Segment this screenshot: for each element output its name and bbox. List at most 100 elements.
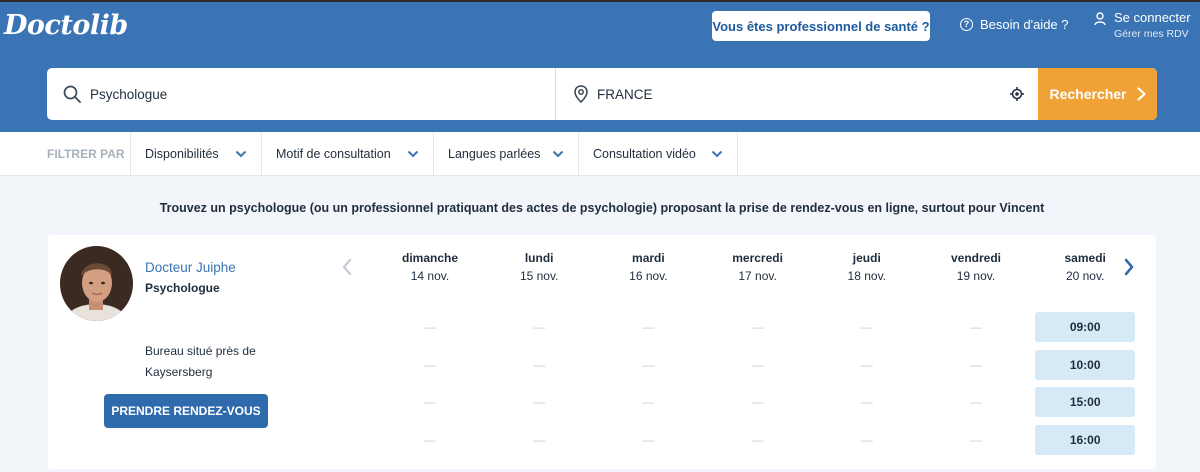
chevron-left-icon[interactable] xyxy=(340,257,354,277)
chevron-down-icon xyxy=(235,150,247,157)
help-link[interactable]: ? Besoin d'aide ? xyxy=(960,17,1069,32)
speciality-value: Psychologue xyxy=(90,86,168,102)
avatar[interactable] xyxy=(60,246,133,321)
empty-slot: — xyxy=(970,395,982,409)
filter-languages-label: Langues parlées xyxy=(448,146,541,161)
day-column: dimanche 14 nov. — — — — xyxy=(379,251,481,462)
header: Doctolib Vous êtes professionnel de sant… xyxy=(0,0,1200,132)
day-name: mercredi xyxy=(732,251,783,265)
day-date: 18 nov. xyxy=(847,269,887,283)
logo[interactable]: Doctolib xyxy=(4,10,128,41)
filter-consultation-reason[interactable]: Motif de consultation xyxy=(262,132,434,175)
day-column: vendredi 19 nov. — — — — xyxy=(925,251,1027,462)
slot-list: 09:00 10:00 15:00 16:00 xyxy=(1034,312,1136,455)
login-label: Se connecter xyxy=(1114,10,1191,25)
filter-availability[interactable]: Disponibilités xyxy=(131,132,262,175)
help-label: Besoin d'aide ? xyxy=(980,17,1069,32)
day-date: 19 nov. xyxy=(956,269,996,283)
book-appointment-button[interactable]: PRENDRE RENDEZ-VOUS xyxy=(104,394,268,428)
location-pin-icon xyxy=(574,85,588,103)
empty-slot: — xyxy=(424,432,436,447)
empty-slot: — xyxy=(751,395,764,409)
doctor-speciality: Psychologue xyxy=(145,281,220,295)
empty-slot: — xyxy=(860,432,873,447)
location-value: FRANCE xyxy=(597,86,653,102)
empty-slot: — xyxy=(751,357,764,372)
slot-list: — — — — xyxy=(707,312,809,455)
doctor-address: Bureau situé près de Kaysersberg xyxy=(145,341,285,383)
doctor-name[interactable]: Docteur Juiphe xyxy=(145,260,236,275)
slot-list: — — — — xyxy=(597,312,699,455)
slot-list: — — — — xyxy=(488,312,590,455)
day-name: mardi xyxy=(632,251,665,265)
filter-bar: FILTRER PAR Disponibilités Motif de cons… xyxy=(0,132,1200,176)
day-date: 16 nov. xyxy=(629,269,668,283)
empty-slot: — xyxy=(751,320,764,334)
address-line-2: Kaysersberg xyxy=(145,365,213,379)
filter-languages[interactable]: Langues parlées xyxy=(434,132,579,175)
empty-slot: — xyxy=(424,320,436,334)
empty-slot: — xyxy=(860,320,873,334)
day-name: dimanche xyxy=(401,251,458,265)
empty-slot: — xyxy=(970,432,982,447)
empty-slot: — xyxy=(642,357,655,372)
filter-video-consultation[interactable]: Consultation vidéo xyxy=(579,132,738,175)
time-slot[interactable]: 16:00 xyxy=(1035,424,1136,455)
empty-slot: — xyxy=(860,357,873,372)
day-date: 20 nov. xyxy=(1065,269,1105,283)
chevron-down-icon xyxy=(552,150,564,157)
empty-slot: — xyxy=(970,357,982,372)
address-line-1: Bureau situé près de xyxy=(145,344,256,358)
day-date: 17 nov. xyxy=(738,269,777,283)
filter-consultation-reason-label: Motif de consultation xyxy=(276,146,391,161)
pro-button[interactable]: Vous êtes professionnel de santé ? xyxy=(712,11,930,41)
empty-slot: — xyxy=(642,395,655,409)
time-slot[interactable]: 10:00 xyxy=(1035,349,1136,380)
day-column: lundi 15 nov. — — — — xyxy=(488,251,590,462)
day-column: jeudi 18 nov. — — — — xyxy=(816,251,918,462)
search-bar: Psychologue FRANCE Rechercher xyxy=(47,68,1157,120)
day-name: vendredi xyxy=(950,251,1001,265)
time-slot[interactable]: 09:00 xyxy=(1035,312,1136,342)
login-link[interactable]: Se connecter Gérer mes RDV xyxy=(1094,10,1191,40)
speciality-input[interactable]: Psychologue xyxy=(47,68,556,120)
empty-slot: — xyxy=(533,432,546,447)
chevron-down-icon xyxy=(711,150,723,157)
search-button-label: Rechercher xyxy=(1049,86,1127,102)
search-icon xyxy=(63,85,81,103)
day-column: mardi 16 nov. — — — — xyxy=(597,251,699,462)
day-name: jeudi xyxy=(852,251,881,265)
empty-slot: — xyxy=(751,432,764,447)
day-column: samedi 20 nov. 09:00 10:00 15:00 16:00 xyxy=(1034,251,1136,462)
results-subtitle: Trouvez un psychologue (ou un profession… xyxy=(159,201,1045,215)
time-slot[interactable]: 15:00 xyxy=(1035,387,1136,417)
empty-slot: — xyxy=(642,320,655,334)
empty-slot: — xyxy=(642,432,655,447)
slot-list: — — — — xyxy=(379,312,481,455)
empty-slot: — xyxy=(424,395,436,409)
empty-slot: — xyxy=(424,357,436,372)
filter-video-consultation-label: Consultation vidéo xyxy=(593,146,696,161)
day-name: lundi xyxy=(524,251,554,265)
empty-slot: — xyxy=(533,357,546,372)
day-name: samedi xyxy=(1064,251,1106,265)
manage-appointments-label: Gérer mes RDV xyxy=(1114,28,1189,40)
slot-list: — — — — xyxy=(816,312,918,455)
geolocate-icon[interactable] xyxy=(1010,87,1024,101)
location-input[interactable]: FRANCE xyxy=(556,68,1038,120)
result-card: Docteur Juiphe Psychologue Bureau situé … xyxy=(48,235,1156,469)
empty-slot: — xyxy=(970,320,982,334)
user-icon xyxy=(1094,12,1106,26)
empty-slot: — xyxy=(533,395,546,409)
empty-slot: — xyxy=(533,320,546,334)
filter-label: FILTRER PAR xyxy=(0,132,131,175)
day-column: mercredi 17 nov. — — — — xyxy=(707,251,809,462)
search-button[interactable]: Rechercher xyxy=(1038,68,1157,120)
day-date: 15 nov. xyxy=(519,269,559,283)
filter-availability-label: Disponibilités xyxy=(145,146,219,161)
empty-slot: — xyxy=(860,395,873,409)
question-icon: ? xyxy=(960,18,973,31)
chevron-down-icon xyxy=(407,150,419,157)
day-date: 14 nov. xyxy=(410,269,450,283)
slot-list: — — — — xyxy=(925,312,1027,455)
